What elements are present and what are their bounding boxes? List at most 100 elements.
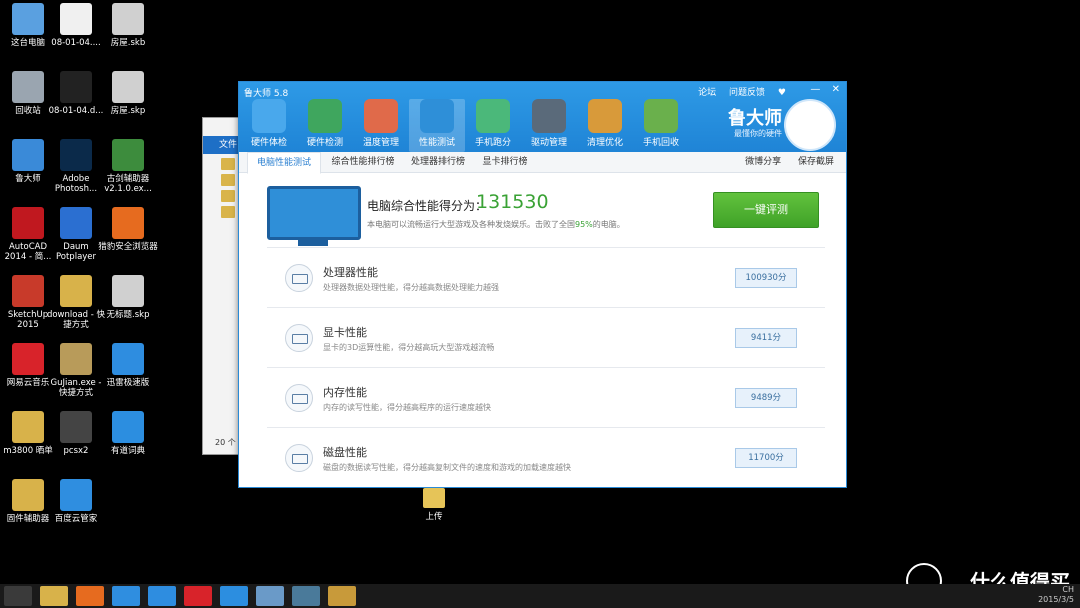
performance-score[interactable]: 9489分 (735, 388, 797, 408)
component-icon (285, 264, 313, 292)
desktop-icon[interactable]: 08-01-04.... (46, 3, 106, 48)
close-button[interactable]: ✕ (832, 84, 840, 95)
taskbar-photos-icon[interactable] (256, 586, 284, 606)
clock-date[interactable]: 2015/3/5 (1038, 595, 1074, 604)
taskbar-liebao-icon[interactable] (76, 586, 104, 606)
taskbar-youdao-icon[interactable] (220, 586, 248, 606)
taskbar-xunlei-icon[interactable] (148, 586, 176, 606)
desktop-icon-label: 房屋.skp (110, 106, 146, 116)
component-icon (285, 324, 313, 352)
desktop-icon[interactable]: Daum Potplayer (46, 207, 106, 262)
save-screenshot-button[interactable]: 保存截屏 (798, 157, 834, 167)
component-icon (285, 384, 313, 412)
performance-score[interactable]: 11700分 (735, 448, 797, 468)
toolbar-label: 性能测试 (418, 138, 455, 148)
app-icon (60, 479, 92, 511)
app-icon (112, 3, 144, 35)
performance-item: 磁盘性能 磁盘的数据读写性能，得分越高复制文件的速度和游戏的加载速度越快 11700… (285, 442, 815, 486)
taskbar: CH 2015/3/5 (0, 584, 1080, 608)
folder-icon[interactable] (221, 158, 235, 170)
toolbar-icon (644, 99, 678, 133)
taskbar-start-icon[interactable] (4, 586, 32, 606)
performance-name: 内存性能 (323, 386, 367, 399)
performance-name: 处理器性能 (323, 266, 378, 279)
desktop-icon[interactable]: 猎豹安全浏览器 (98, 207, 158, 252)
toolbar-icon (532, 99, 566, 133)
tab-pc-benchmark[interactable]: 电脑性能测试 (247, 152, 321, 174)
divider (267, 247, 825, 248)
tab-actions: 微博分享 保存截屏 (731, 152, 834, 172)
toolbar-item[interactable]: 硬件检测 (297, 99, 353, 148)
app-icon (12, 71, 44, 103)
tab-overall-ranking[interactable]: 综合性能排行榜 (323, 152, 403, 172)
weibo-share-button[interactable]: 微博分享 (745, 157, 781, 167)
taskbar-baiduyun-icon[interactable] (112, 586, 140, 606)
forum-link[interactable]: 论坛 (698, 88, 716, 98)
score-value: 131530 (476, 191, 549, 213)
toolbar-item[interactable]: 性能测试 (409, 99, 465, 152)
app-icon (60, 207, 92, 239)
app-icon (12, 139, 44, 171)
desktop-icon-label: 08-01-04.d... (48, 106, 104, 116)
folder-icon (423, 488, 445, 508)
desktop-icon[interactable]: 房屋.skp (98, 71, 158, 116)
app-header: 鲁大师 5.8 论坛 问题反馈 ♥ — ✕ 硬件体检 硬件检测 温度管理 性能测试 手机… (239, 82, 846, 152)
desktop-icon-label: 房屋.skb (110, 38, 146, 48)
heart-icon[interactable]: ♥ (778, 88, 786, 98)
desktop-icon[interactable]: 古剑辅助器 v2.1.0.ex... (98, 139, 158, 194)
toolbar-label: 硬件体检 (250, 138, 287, 148)
desktop-icon-label: GuJian.exe - 快捷方式 (50, 378, 102, 398)
desktop-icon[interactable]: 08-01-04.d... (46, 71, 106, 116)
desktop-icon[interactable]: download - 快捷方式 (46, 275, 106, 330)
toolbar-item[interactable]: 手机回收 (633, 99, 689, 148)
window-controls: — ✕ (802, 84, 840, 95)
taskbar-paint-icon[interactable] (328, 586, 356, 606)
performance-item: 处理器性能 处理器数据处理性能，得分越高数据处理能力越强 100930分 (285, 262, 815, 306)
toolbar-item[interactable]: 硬件体检 (241, 99, 297, 148)
folder-icon[interactable] (221, 174, 235, 186)
ime-indicator[interactable]: CH (1062, 585, 1074, 594)
explorer-file-tab[interactable]: 文件 (203, 136, 243, 154)
one-click-benchmark-button[interactable]: 一键评测 (713, 192, 819, 228)
performance-name: 磁盘性能 (323, 446, 367, 459)
divider (267, 367, 825, 368)
desktop-icon[interactable]: 百度云管家 (46, 479, 106, 524)
ludashi-window: 鲁大师 5.8 论坛 问题反馈 ♥ — ✕ 硬件体检 硬件检测 温度管理 性能测试 手机… (238, 81, 847, 488)
tab-cpu-ranking[interactable]: 处理器排行榜 (403, 152, 473, 172)
app-icon (60, 343, 92, 375)
tab-gpu-ranking[interactable]: 显卡排行榜 (475, 152, 535, 172)
desktop-icon-label: 古剑辅助器 v2.1.0.ex... (104, 174, 152, 194)
app-icon (12, 479, 44, 511)
desktop-icon[interactable]: Adobe Photosh... (46, 139, 106, 194)
score-percent: 95% (575, 220, 593, 229)
brand-slogan: 最懂你的硬件 (734, 129, 782, 138)
mascot-avatar (784, 99, 836, 151)
divider (267, 307, 825, 308)
taskbar-explorer-icon[interactable] (40, 586, 68, 606)
app-icon (60, 275, 92, 307)
desktop-icon[interactable]: GuJian.exe - 快捷方式 (46, 343, 106, 398)
desktop-icon-label: 有道词典 (110, 446, 145, 456)
taskbar-ludashi-icon[interactable] (292, 586, 320, 606)
performance-score[interactable]: 9411分 (735, 328, 797, 348)
feedback-link[interactable]: 问题反馈 (729, 88, 765, 98)
folder-icon[interactable] (221, 206, 235, 218)
desktop-icon[interactable]: 无标题.skp (98, 275, 158, 320)
toolbar-icon (252, 99, 286, 133)
toolbar-item[interactable]: 手机跑分 (465, 99, 521, 148)
taskbar-netease-icon[interactable] (184, 586, 212, 606)
performance-item: 内存性能 内存的读写性能，得分越高程序的运行速度越快 9489分 (285, 382, 815, 426)
toolbar-item[interactable]: 驱动管理 (521, 99, 577, 148)
folder-icon[interactable] (221, 190, 235, 202)
desktop-icon[interactable]: pcsx2 (46, 411, 106, 456)
upload-folder[interactable]: 上传 (418, 488, 450, 522)
toolbar-label: 硬件检测 (306, 138, 343, 148)
performance-score[interactable]: 100930分 (735, 268, 797, 288)
desktop-icon[interactable]: 有道词典 (98, 411, 158, 456)
minimize-button[interactable]: — (810, 84, 820, 95)
desktop-icon[interactable]: 房屋.skb (98, 3, 158, 48)
desktop-icon[interactable]: 迅雷极速版 (98, 343, 158, 388)
app-icon (60, 71, 92, 103)
toolbar-item[interactable]: 清理优化 (577, 99, 633, 148)
toolbar-item[interactable]: 温度管理 (353, 99, 409, 148)
